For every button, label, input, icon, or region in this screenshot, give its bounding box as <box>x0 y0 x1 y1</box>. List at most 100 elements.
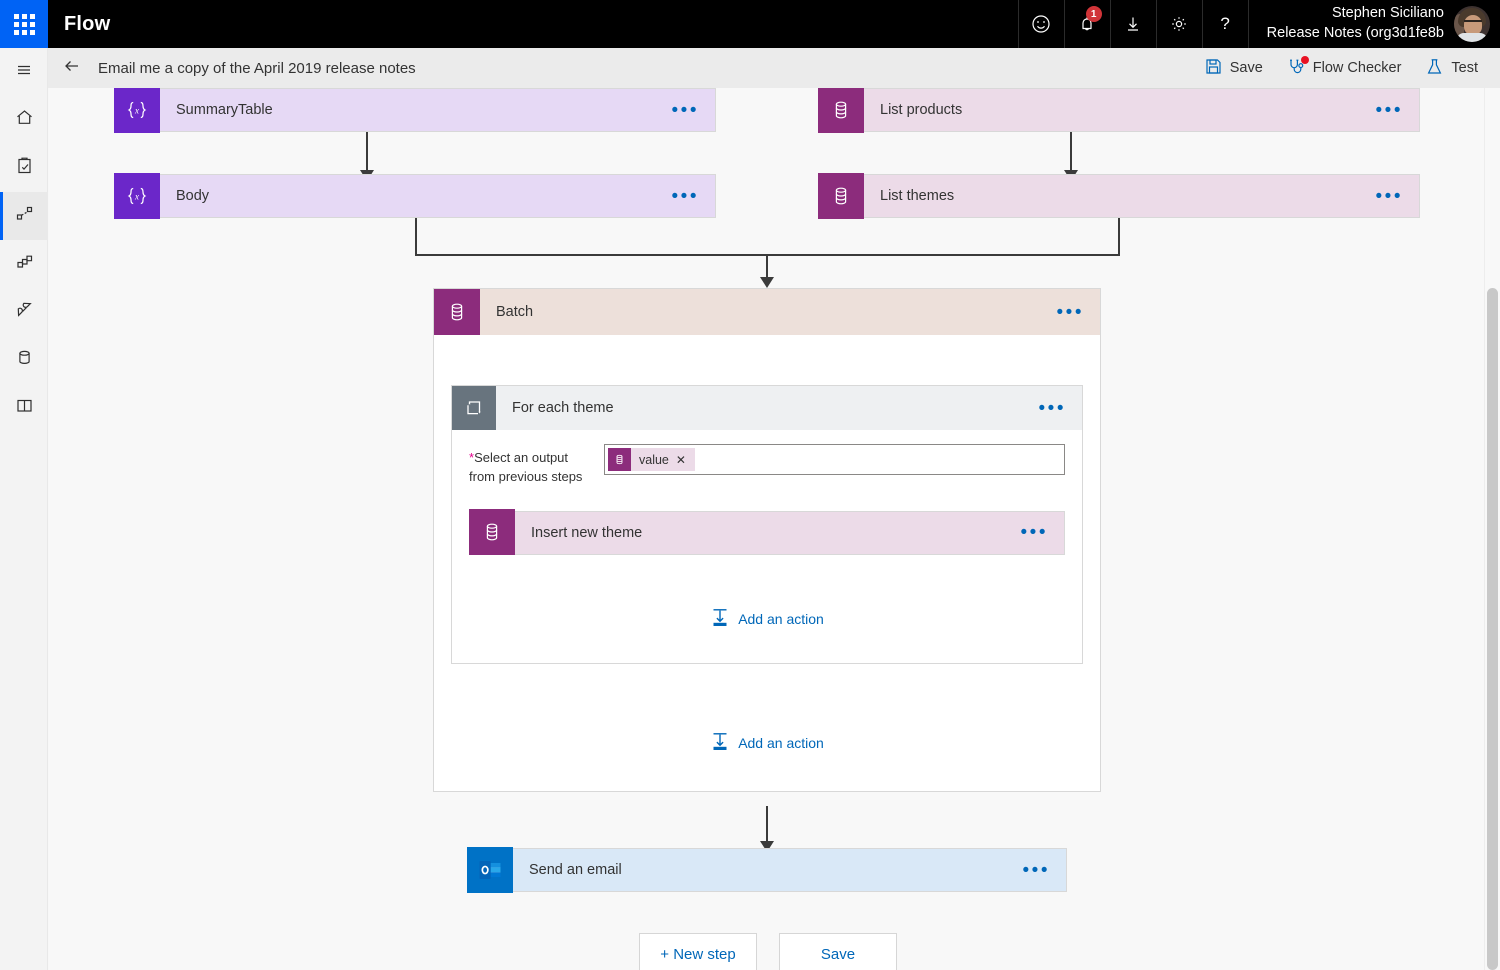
clipboard-icon <box>14 155 35 181</box>
variable-icon: x <box>114 88 160 133</box>
connector-line <box>766 806 768 846</box>
database-icon <box>14 347 35 373</box>
action-card-body[interactable]: x Body ••• <box>114 172 716 219</box>
vertical-scrollbar-track[interactable] <box>1484 88 1500 970</box>
outlook-icon <box>467 846 513 893</box>
foreach-output-input[interactable]: value ✕ <box>604 444 1065 475</box>
test-button[interactable]: Test <box>1413 48 1500 88</box>
scope-header[interactable]: Batch ••• <box>434 289 1100 335</box>
notifications-button[interactable]: 1 <box>1063 0 1110 48</box>
foreach-field-row: *Select an output from previous steps va… <box>469 444 1065 487</box>
cds-database-icon <box>608 448 631 471</box>
feedback-button[interactable] <box>1017 0 1064 48</box>
action-card-title: List themes <box>880 188 955 204</box>
flow-checker-alert-dot <box>1300 56 1309 64</box>
left-navigation <box>0 48 48 970</box>
action-card-send-an-email[interactable]: Send an email ••• <box>467 846 1067 893</box>
sidebar-item-business-process[interactable] <box>0 240 48 288</box>
app-launcher-icon <box>13 13 35 35</box>
download-button[interactable] <box>1109 0 1156 48</box>
avatar[interactable] <box>1454 6 1490 42</box>
floppy-disk-icon <box>1204 57 1223 80</box>
book-icon <box>14 395 35 421</box>
cds-database-icon <box>434 289 480 335</box>
svg-text:x: x <box>134 105 139 115</box>
foreach-title: For each theme <box>512 400 614 416</box>
scope-batch[interactable]: Batch ••• For each theme ••• *Select an … <box>433 288 1101 792</box>
gear-icon <box>1169 14 1189 34</box>
action-card-title: List products <box>880 102 963 118</box>
action-card-title: Send an email <box>529 862 622 878</box>
flows-icon <box>14 203 35 229</box>
action-card-menu-button[interactable]: ••• <box>672 101 715 120</box>
foreach-body: *Select an output from previous steps va… <box>452 430 1082 631</box>
action-card-menu-button[interactable]: ••• <box>1023 861 1066 880</box>
action-card-title: Insert new theme <box>531 524 643 541</box>
hamburger-icon <box>14 60 34 85</box>
action-card-list-themes[interactable]: List themes ••• <box>818 172 1420 219</box>
help-button[interactable]: ? <box>1201 0 1248 48</box>
smiley-icon <box>1031 14 1051 34</box>
new-step-button[interactable]: + New step <box>639 933 757 970</box>
add-action-button-scope[interactable]: Add an action <box>451 731 1083 755</box>
loop-icon <box>452 386 496 430</box>
scope-menu-button[interactable]: ••• <box>1057 303 1100 322</box>
home-icon <box>14 107 35 133</box>
user-environment: Release Notes (org3d1fe8b <box>1266 25 1444 41</box>
action-card-summarytable[interactable]: x SummaryTable ••• <box>114 88 716 133</box>
flow-title: Email me a copy of the April 2019 releas… <box>98 59 416 77</box>
avatar-glasses <box>1464 20 1482 24</box>
action-card-menu-button[interactable]: ••• <box>672 187 715 206</box>
token-remove-icon[interactable]: ✕ <box>676 453 695 467</box>
field-label-line2: from previous steps <box>469 468 583 484</box>
designer-footer-buttons: + New step Save <box>639 933 897 970</box>
sidebar-item-menu[interactable] <box>0 48 48 96</box>
action-card-menu-button[interactable]: ••• <box>1376 101 1419 120</box>
sidebar-item-flows[interactable] <box>0 192 48 240</box>
insert-action-icon <box>710 607 730 631</box>
connector-line <box>1070 132 1072 174</box>
notification-badge: 1 <box>1085 6 1102 22</box>
action-card-menu-button[interactable]: ••• <box>1376 187 1419 206</box>
action-card-list-products[interactable]: List products ••• <box>818 88 1420 133</box>
question-icon: ? <box>1220 14 1230 33</box>
add-action-button-foreach[interactable]: Add an action <box>469 607 1065 631</box>
foreach-header[interactable]: For each theme ••• <box>452 386 1082 430</box>
add-action-label: Add an action <box>738 734 824 751</box>
sidebar-item-data[interactable] <box>0 336 48 384</box>
action-card-insert-new-theme[interactable]: Insert new theme ••• <box>469 509 1065 556</box>
field-label-line1: Select an output <box>474 450 569 465</box>
back-arrow-icon <box>61 55 83 82</box>
vertical-scrollbar-thumb[interactable] <box>1487 288 1498 970</box>
sidebar-item-learn[interactable] <box>0 384 48 432</box>
app-launcher-button[interactable] <box>0 0 48 48</box>
connector-line <box>415 218 417 256</box>
command-bar: Email me a copy of the April 2019 releas… <box>48 48 1500 88</box>
cds-database-icon <box>469 509 515 556</box>
add-action-label: Add an action <box>738 610 824 627</box>
dynamic-token-value[interactable]: value ✕ <box>608 448 695 471</box>
sidebar-item-home[interactable] <box>0 96 48 144</box>
sidebar-item-approvals[interactable] <box>0 144 48 192</box>
footer-save-button[interactable]: Save <box>779 933 897 970</box>
scope-body: For each theme ••• *Select an output fro… <box>434 335 1100 755</box>
settings-button[interactable] <box>1155 0 1202 48</box>
flask-icon <box>1425 57 1444 80</box>
save-label: Save <box>1229 60 1263 76</box>
action-card-menu-button[interactable]: ••• <box>1021 523 1064 542</box>
back-button[interactable] <box>48 48 96 88</box>
variable-icon: x <box>114 172 160 219</box>
plug-icon <box>14 299 35 325</box>
foreach-container[interactable]: For each theme ••• *Select an output fro… <box>451 385 1083 664</box>
save-button[interactable]: Save <box>1192 48 1275 88</box>
sidebar-item-connectors[interactable] <box>0 288 48 336</box>
connector-arrow <box>760 277 774 288</box>
action-card-title: SummaryTable <box>176 102 273 118</box>
cds-database-icon <box>818 172 864 219</box>
flow-checker-button[interactable]: Flow Checker <box>1275 48 1414 88</box>
foreach-menu-button[interactable]: ••• <box>1039 399 1082 418</box>
user-menu[interactable]: Stephen Siciliano Release Notes (org3d1f… <box>1247 0 1500 48</box>
flow-checker-label: Flow Checker <box>1312 60 1402 76</box>
download-icon <box>1123 14 1143 34</box>
